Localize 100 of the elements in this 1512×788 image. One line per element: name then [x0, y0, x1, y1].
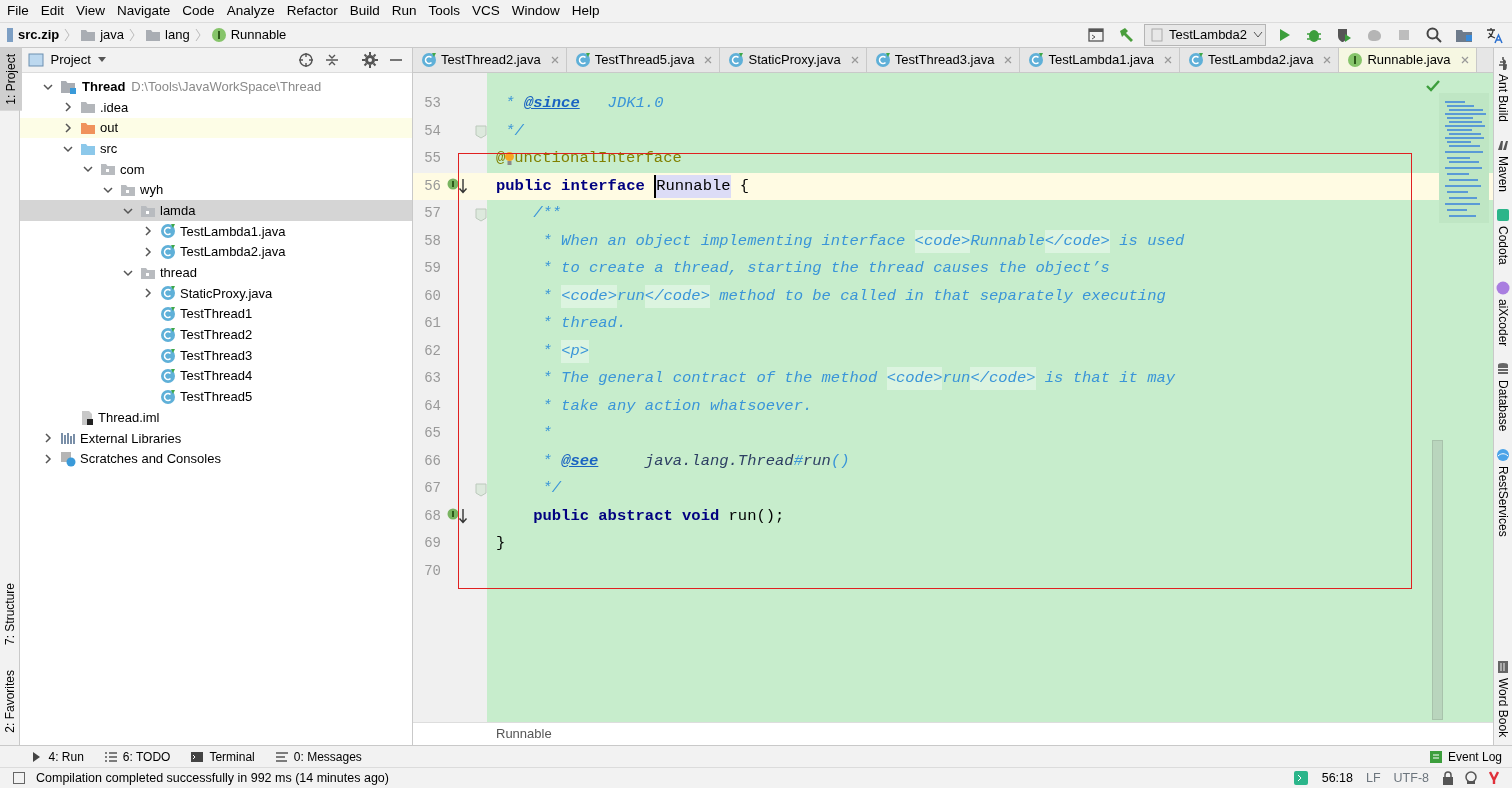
caret-position[interactable]: 56:18 [1321, 768, 1353, 788]
breadcrumb-item[interactable]: lang [165, 25, 190, 45]
tool-window-tab[interactable]: aiXcoder [1494, 272, 1512, 355]
tool-window-tab[interactable]: Codota [1494, 200, 1512, 273]
tool-window-tab[interactable]: Maven [1494, 130, 1512, 201]
code-text: * take any action whatsoever. [541, 395, 813, 417]
tree-item[interactable]: Thread.iml [98, 407, 160, 428]
panel-icon [28, 53, 44, 67]
line-separator[interactable]: LF [1366, 768, 1381, 788]
close-icon [1460, 56, 1469, 64]
class-icon [160, 326, 176, 343]
tool-window-tab[interactable]: 2: Favorites [0, 663, 19, 739]
tree-item[interactable]: out [100, 118, 119, 138]
folder-icon [80, 28, 97, 42]
tree-item[interactable]: TestThread4 [180, 366, 253, 386]
line-number: 70 [423, 561, 441, 581]
menu-item[interactable]: File [2, 0, 36, 22]
tree-item[interactable]: com [120, 159, 145, 180]
tool-window-tab[interactable]: 7: Structure [0, 576, 19, 651]
tool-window-tab[interactable]: Database [1494, 354, 1512, 440]
lock-icon [1442, 771, 1454, 785]
tree-item[interactable]: lamda [160, 200, 196, 221]
line-number: 53 [423, 94, 441, 114]
run-config-name: TestLambda2 [1169, 26, 1248, 45]
collapse-icon[interactable] [324, 52, 340, 68]
tree-item[interactable]: .idea [100, 97, 129, 118]
code-text: <code> [561, 284, 617, 308]
editor-tab[interactable]: TestThread3.java [866, 48, 1021, 72]
caret-down-icon [1253, 31, 1264, 39]
code-text: <code> [886, 367, 943, 391]
shield-icon[interactable] [1335, 26, 1353, 44]
menu-item[interactable]: Build [344, 0, 387, 22]
fold-icon [475, 207, 487, 222]
file-icon [80, 409, 94, 426]
menu-item[interactable]: Help [566, 0, 607, 22]
settings-icon[interactable] [362, 52, 378, 68]
tool-window-button[interactable]: 0: Messages [264, 747, 372, 766]
editor-tab[interactable]: Runnable.java [1339, 48, 1477, 72]
plugin-icon [1496, 447, 1510, 462]
editor-tab[interactable]: TestThread5.java [566, 48, 721, 72]
code-text: method to be called in that separately executing [718, 285, 1166, 307]
search-icon[interactable] [1425, 26, 1443, 44]
class-icon [160, 368, 176, 385]
menu-item[interactable]: Window [506, 0, 567, 22]
tree-item[interactable]: TestThread1 [180, 304, 253, 324]
breadcrumb-item[interactable]: src.zip [18, 25, 60, 45]
tree-item[interactable]: thread [160, 263, 197, 283]
tool-window-tab[interactable]: RestServices [1494, 439, 1512, 545]
scrollbar-thumb[interactable] [1432, 440, 1443, 720]
code-text: () [830, 450, 850, 472]
chevron-down-icon [83, 164, 93, 175]
tree-item[interactable]: wyh [140, 180, 164, 200]
tool-window-tab[interactable]: 1: Project [0, 48, 22, 111]
line-number: 59 [423, 259, 441, 279]
tree-item[interactable]: TestLambda1.java [180, 221, 286, 242]
editor-tab[interactable]: TestLambda1.java [1020, 48, 1180, 72]
panel-title[interactable]: Project [50, 50, 91, 70]
tool-window-button[interactable]: Terminal [180, 747, 265, 766]
breadcrumb-item[interactable]: java [100, 25, 125, 45]
tree-item[interactable]: StaticProxy.java [180, 283, 273, 304]
encoding[interactable]: UTF-8 [1393, 768, 1429, 788]
code-text: /** [532, 203, 562, 225]
menu-item[interactable]: VCS [467, 0, 507, 22]
chevron-down-icon [123, 267, 133, 278]
run-config-dropdown[interactable]: TestLambda2 [1144, 24, 1266, 46]
tree-item[interactable]: src [100, 138, 118, 159]
locate-icon[interactable] [298, 52, 314, 68]
scratch-icon [60, 450, 76, 467]
menu-item[interactable]: Navigate [112, 0, 178, 22]
editor-tab[interactable]: StaticProxy.java [720, 48, 867, 72]
menu-item[interactable]: Analyze [221, 0, 282, 22]
menu-item[interactable]: Refactor [281, 0, 345, 22]
tool-window-tab[interactable]: Ant Build [1494, 48, 1512, 131]
line-number: 66 [423, 451, 441, 471]
console-icon[interactable] [1087, 26, 1105, 44]
tree-item[interactable]: TestThread5 [180, 387, 253, 407]
library-icon [60, 431, 76, 446]
tree-item[interactable]: TestLambda2.java [180, 242, 286, 262]
tree-item[interactable]: Thread [82, 76, 126, 97]
menu-item[interactable]: Run [386, 0, 424, 22]
tree-item[interactable]: TestThread2 [180, 325, 253, 345]
breadcrumb-item[interactable]: Runnable [230, 25, 287, 45]
breadcrumb-item[interactable]: Runnable [496, 724, 552, 744]
event-log-button[interactable]: Event Log [1418, 747, 1512, 766]
menu-item[interactable]: Code [177, 0, 222, 22]
tool-window-button[interactable]: 4: Run [19, 747, 94, 766]
menu-item[interactable]: Tools [423, 0, 467, 22]
tree-item[interactable]: TestThread3 [180, 345, 253, 366]
chevron-down-icon [63, 143, 73, 154]
menu-item[interactable]: Edit [35, 0, 72, 22]
hammer-icon[interactable] [1117, 26, 1135, 44]
folder-icon [60, 78, 78, 95]
tool-window-tab[interactable]: Word Book [1494, 651, 1512, 745]
editor-tab[interactable]: TestThread2.java [413, 48, 567, 72]
translate-icon[interactable] [1485, 26, 1503, 44]
menu-item[interactable]: View [71, 0, 113, 22]
tree-item[interactable]: External Libraries [80, 428, 182, 449]
line-number: 57 [423, 204, 441, 224]
tree-item[interactable]: Scratches and Consoles [80, 449, 221, 469]
tool-window-button[interactable]: 6: TODO [93, 747, 181, 766]
